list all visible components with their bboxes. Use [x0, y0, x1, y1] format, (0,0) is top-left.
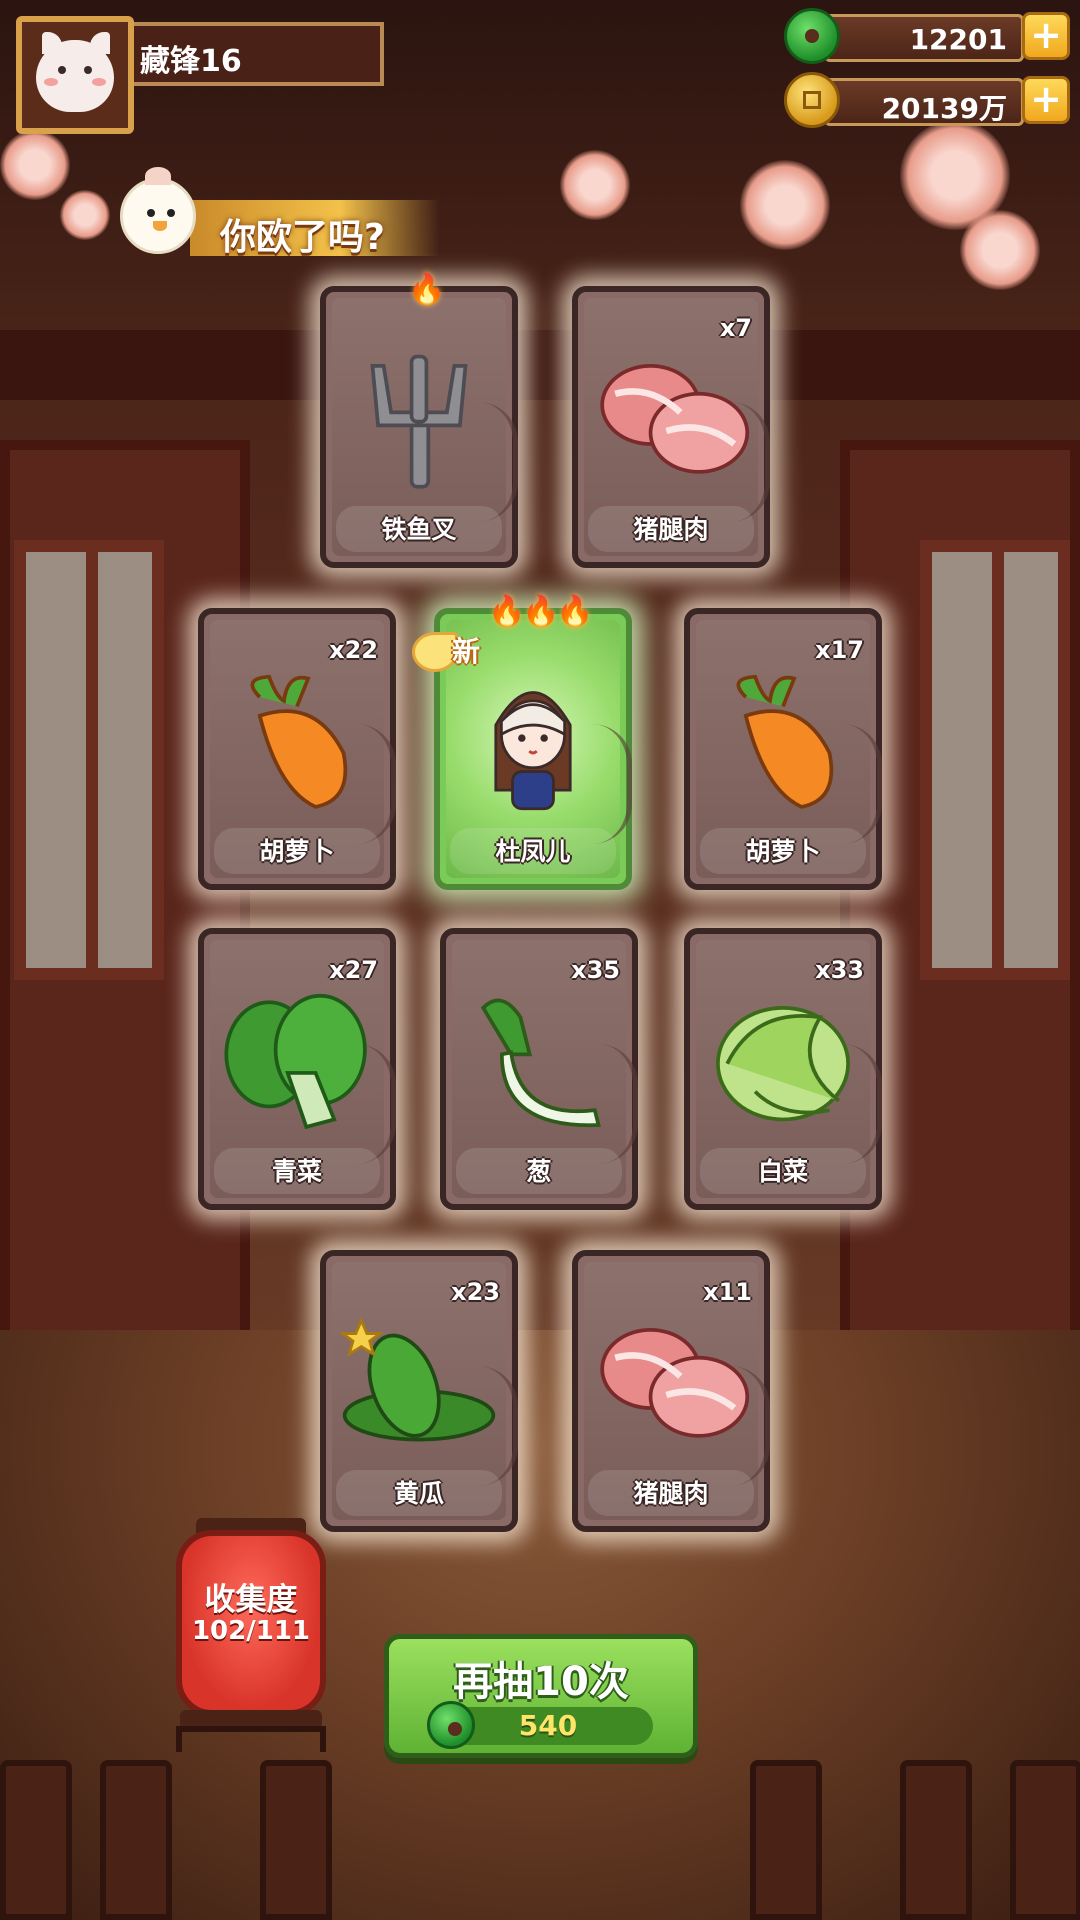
- window-lattice-left: [14, 540, 164, 980]
- redraw-label: 再抽10次: [453, 1659, 629, 1705]
- avatar-eye: [58, 66, 66, 74]
- jade-currency: 12201 +: [780, 8, 1070, 64]
- jade-coin-icon: [784, 8, 840, 64]
- reward-card[interactable]: 葱 x35: [440, 928, 638, 1210]
- reward-card[interactable]: 白菜 x33: [684, 928, 882, 1210]
- avatar-blush: [44, 78, 58, 86]
- fence-post: [100, 1760, 172, 1920]
- card-label: 青菜: [271, 1157, 322, 1186]
- card-count: x22: [329, 636, 378, 664]
- blossom-icon: [560, 150, 630, 220]
- window-lattice-right: [920, 540, 1070, 980]
- blossom-icon: [740, 160, 830, 250]
- meat-icon: [578, 1306, 764, 1456]
- rarity-flame-icon: 🔥: [408, 272, 446, 307]
- add-gold-button[interactable]: +: [1022, 76, 1070, 124]
- card-count: x11: [703, 1278, 752, 1306]
- player-avatar[interactable]: [16, 16, 134, 134]
- chick-comb: [145, 167, 171, 185]
- reward-card[interactable]: 胡萝卜 x22: [198, 608, 396, 890]
- collection-value: 102/111: [191, 1616, 311, 1646]
- scallion-icon: [446, 984, 632, 1134]
- gold-coin-icon: [784, 72, 840, 128]
- avatar-blush: [92, 78, 106, 86]
- chick-eye: [167, 209, 175, 217]
- card-label: 猪腿肉: [633, 1479, 709, 1508]
- redraw-cost: 540: [518, 1709, 578, 1742]
- lucky-banner: 你欧了吗?: [190, 200, 440, 258]
- fence-post: [260, 1760, 332, 1920]
- blossom-icon: [60, 190, 110, 240]
- fence-post: [1010, 1760, 1080, 1920]
- wall-beam: [0, 330, 1080, 400]
- new-badge-text: 新: [452, 635, 481, 668]
- reward-card[interactable]: 猪腿肉 x11: [572, 1250, 770, 1532]
- chick-mascot-icon: [120, 167, 196, 254]
- fork-icon: [326, 342, 512, 492]
- collection-lantern[interactable]: 收集度 102/111: [176, 1530, 326, 1716]
- reward-card[interactable]: 铁鱼叉 🔥: [320, 272, 518, 568]
- meat-icon: [578, 342, 764, 492]
- jade-value: 12201: [909, 23, 1007, 56]
- lantern-stand: [176, 1726, 326, 1752]
- card-count: x17: [815, 636, 864, 664]
- card-label: 葱: [526, 1157, 552, 1186]
- player-name-bar: 藏锋16: [134, 22, 384, 86]
- jade-bar: 12201: [824, 14, 1024, 62]
- reward-card[interactable]: 黄瓜 x23: [320, 1250, 518, 1532]
- card-count: x27: [329, 956, 378, 984]
- gold-currency: 20139万 +: [780, 72, 1070, 128]
- redraw-10-button[interactable]: 再抽10次 540: [384, 1634, 698, 1758]
- gold-value: 20139万: [881, 92, 1007, 125]
- character-icon: [440, 664, 626, 814]
- card-count: x35: [571, 956, 620, 984]
- reward-card[interactable]: 胡萝卜 x17: [684, 608, 882, 890]
- greens-icon: [204, 984, 390, 1134]
- reward-card[interactable]: 杜凤儿 🔥 🔥 🔥 新: [412, 594, 632, 890]
- blossom-icon: [0, 130, 70, 200]
- redraw-cost-bar: 540: [427, 1701, 653, 1749]
- carrot-icon: [204, 664, 390, 814]
- gold-bar: 20139万: [824, 78, 1024, 126]
- cat-face-icon: [36, 40, 114, 112]
- card-count: x23: [451, 1278, 500, 1306]
- card-count: x7: [719, 314, 752, 342]
- blossom-icon: [960, 210, 1040, 290]
- collection-title: 收集度: [204, 1582, 298, 1618]
- card-label: 胡萝卜: [259, 837, 335, 866]
- card-label: 黄瓜: [393, 1479, 444, 1508]
- fence-post: [750, 1760, 822, 1920]
- reward-card[interactable]: 青菜 x27: [198, 928, 396, 1210]
- fence-post: [0, 1760, 72, 1920]
- card-count: x33: [815, 956, 864, 984]
- avatar-eye: [84, 66, 92, 74]
- player-name: 藏锋16: [140, 44, 242, 79]
- card-label: 铁鱼叉: [381, 515, 457, 544]
- rarity-flame-icon: 🔥: [488, 594, 526, 629]
- rarity-flame-icon: 🔥: [522, 594, 560, 629]
- reward-card[interactable]: 猪腿肉 x7: [572, 286, 770, 568]
- chick-beak: [153, 221, 167, 231]
- chick-eye: [147, 209, 155, 217]
- rarity-flame-icon: 🔥: [556, 594, 594, 629]
- card-label: 猪腿肉: [633, 515, 709, 544]
- cabbage-icon: [690, 984, 876, 1134]
- cucumber-icon: [326, 1306, 512, 1456]
- carrot-icon: [690, 664, 876, 814]
- add-jade-button[interactable]: +: [1022, 12, 1070, 60]
- card-label: 胡萝卜: [745, 837, 821, 866]
- banner-text: 你欧了吗?: [220, 217, 385, 258]
- fence-post: [900, 1760, 972, 1920]
- card-label: 杜凤儿: [495, 837, 571, 866]
- card-label: 白菜: [757, 1157, 808, 1186]
- new-badge: 新: [412, 628, 512, 676]
